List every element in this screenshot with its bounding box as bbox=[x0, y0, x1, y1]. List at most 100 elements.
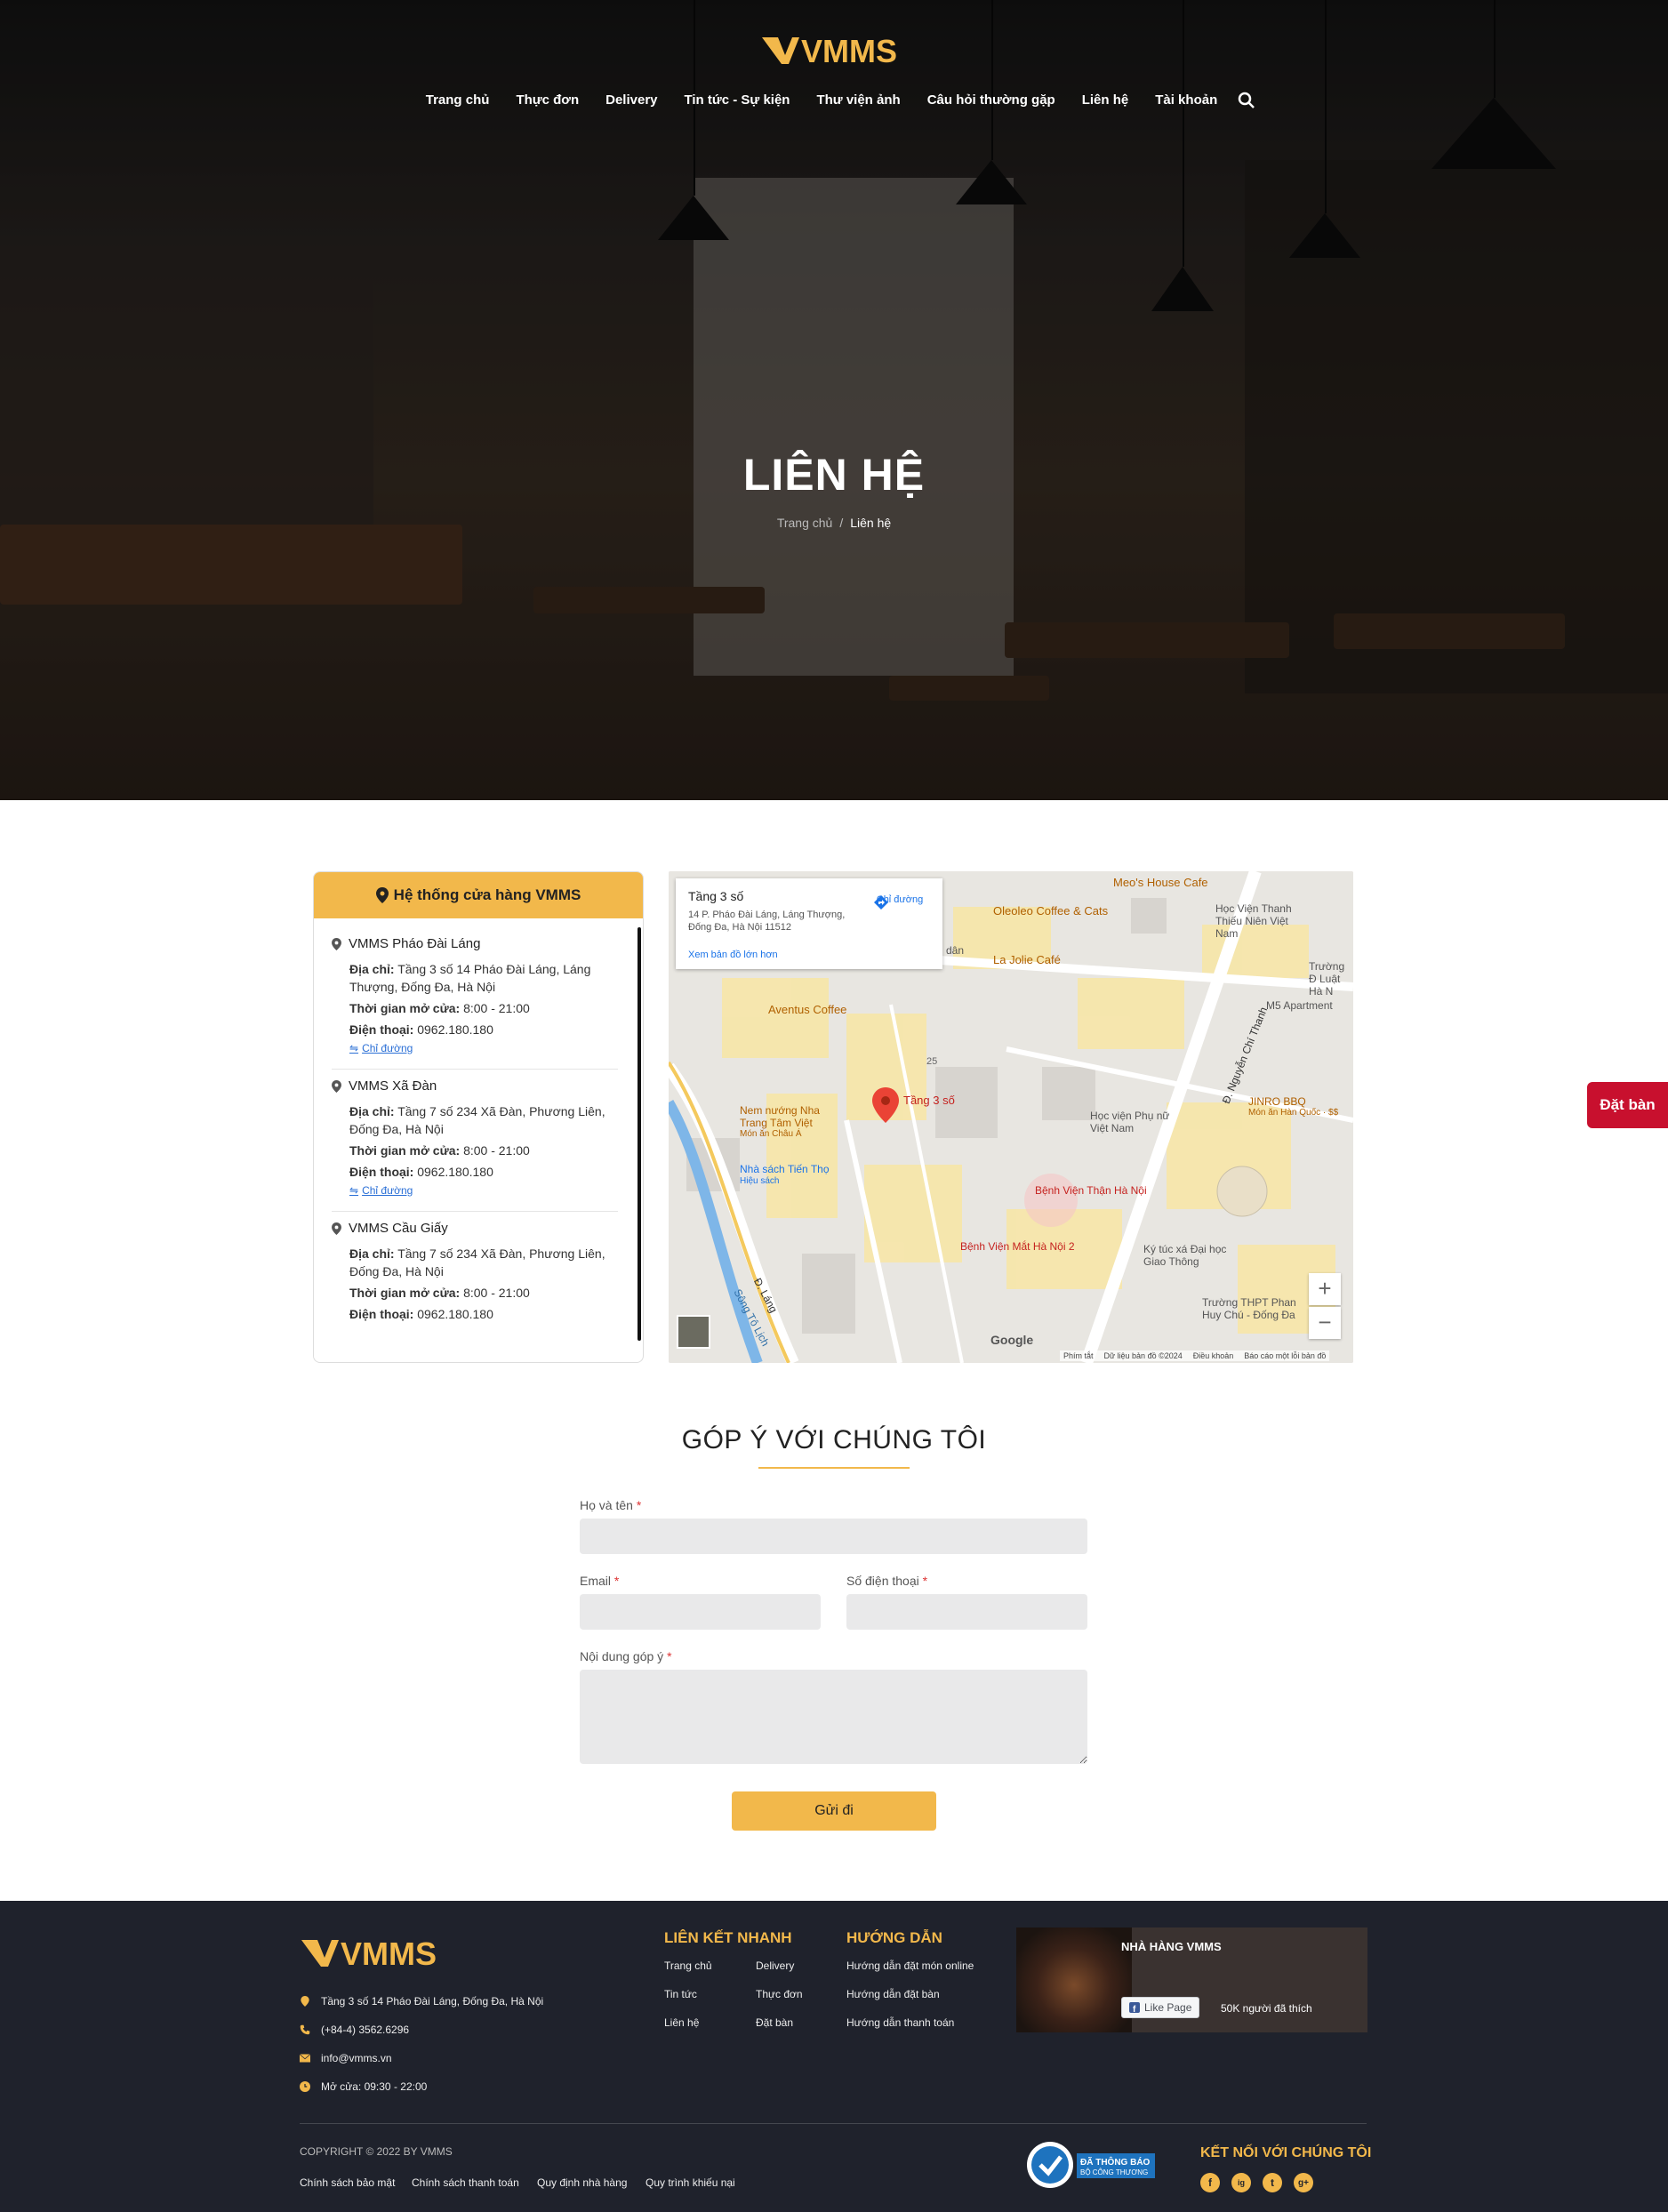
clock-icon bbox=[300, 2081, 310, 2092]
nav-item-home[interactable]: Trang chủ bbox=[413, 92, 503, 109]
map-marker-icon bbox=[301, 1996, 309, 2007]
map-footer-item: Dữ liệu bản đồ ©2024 bbox=[1103, 1351, 1183, 1360]
facebook-icon: f bbox=[1129, 2002, 1140, 2013]
map-footer-item[interactable]: Báo cáo một lỗi bản đồ bbox=[1244, 1351, 1326, 1360]
title-underline bbox=[758, 1467, 910, 1469]
directions-link[interactable]: ⇋ Chỉ đường bbox=[332, 1042, 618, 1054]
google-plus-icon[interactable]: g+ bbox=[1294, 2173, 1313, 2192]
map-place[interactable]: Trường Đ Luật Hà N bbox=[1309, 960, 1353, 998]
badge-line2: BỘ CÔNG THƯƠNG bbox=[1080, 2168, 1148, 2176]
footer-divider bbox=[300, 2123, 1367, 2124]
store-list-scrollbar[interactable] bbox=[638, 927, 641, 1341]
map-footer-item[interactable]: Phím tắt bbox=[1063, 1351, 1094, 1360]
google-map[interactable]: Tầng 3 số Meo's House Cafe Oleoleo Coffe… bbox=[669, 871, 1353, 1363]
map-card-address: 14 P. Pháo Đài Láng, Láng Thượng, Đống Đ… bbox=[688, 910, 846, 933]
nav-item-contact[interactable]: Liên hệ bbox=[1069, 92, 1143, 109]
map-place[interactable]: JINRO BBQ bbox=[1248, 1095, 1306, 1108]
map-place[interactable]: Oleoleo Coffee & Cats bbox=[993, 904, 1108, 918]
footer-phone[interactable]: (+84-4) 3562.6296 bbox=[300, 2024, 409, 2036]
nav-item-delivery[interactable]: Delivery bbox=[592, 92, 670, 109]
book-table-button[interactable]: Đặt bàn bbox=[1587, 1082, 1668, 1128]
nav-item-news[interactable]: Tin tức - Sự kiện bbox=[671, 92, 804, 109]
store-list-panel: Hệ thống cửa hàng VMMS VMMS Pháo Đài Lán… bbox=[313, 871, 644, 1363]
content-textarea[interactable] bbox=[580, 1670, 1087, 1764]
zoom-in-button[interactable]: + bbox=[1309, 1273, 1341, 1305]
footer-link[interactable]: Hướng dẫn đặt món online bbox=[846, 1960, 974, 1972]
map-footer-item[interactable]: Điều khoản bbox=[1193, 1351, 1234, 1360]
footer-link[interactable]: Tin tức bbox=[664, 1988, 697, 2000]
directions-icon: ⇋ bbox=[349, 1184, 359, 1197]
name-input[interactable] bbox=[580, 1519, 1087, 1554]
directions-label: Chỉ đường bbox=[362, 1184, 413, 1197]
map-place[interactable]: Aventus Coffee bbox=[768, 1003, 846, 1016]
facebook-icon[interactable]: f bbox=[1200, 2173, 1220, 2192]
map-directions-button[interactable]: Chỉ đường bbox=[873, 894, 926, 910]
footer-logo[interactable]: VMMS bbox=[300, 1929, 451, 1970]
map-place[interactable]: M5 Apartment bbox=[1266, 999, 1333, 1012]
footer-link[interactable]: Hướng dẫn thanh toán bbox=[846, 2016, 954, 2029]
page-title: LIÊN HỆ bbox=[742, 450, 926, 500]
map-place[interactable]: Học viện Phụ nữ Việt Nam bbox=[1090, 1110, 1170, 1134]
email-input[interactable] bbox=[580, 1594, 821, 1630]
fb-like-button[interactable]: f Like Page bbox=[1121, 1997, 1200, 2018]
guide-title: HƯỚNG DẪN bbox=[846, 1929, 942, 1946]
nav-item-faq[interactable]: Câu hỏi thường gặp bbox=[914, 92, 1069, 109]
footer-link[interactable]: Trang chủ bbox=[664, 1960, 712, 1972]
badge-line1: ĐÃ THÔNG BÁO bbox=[1080, 2156, 1151, 2168]
store-phone: 0962.180.180 bbox=[417, 1022, 493, 1037]
store-item[interactable]: VMMS Pháo Đài Láng Địa chỉ: Tầng 3 số 14… bbox=[332, 927, 618, 1070]
footer-link[interactable]: Hướng dẫn đặt bàn bbox=[846, 1988, 940, 2000]
map-place[interactable]: Bệnh Viện Mắt Hà Nội 2 bbox=[960, 1240, 1075, 1253]
policy-link[interactable]: Quy định nhà hàng bbox=[537, 2176, 627, 2189]
store-hours: 8:00 - 21:00 bbox=[463, 1286, 530, 1300]
footer-link[interactable]: Đặt bàn bbox=[756, 2016, 793, 2029]
search-icon[interactable] bbox=[1238, 92, 1255, 109]
main-nav: Trang chủ Thực đơn Delivery Tin tức - Sự… bbox=[0, 92, 1668, 109]
map-place-sub: Món ăn Châu Á bbox=[740, 1129, 802, 1139]
phone-input[interactable] bbox=[846, 1594, 1087, 1630]
map-place[interactable]: Nhà sách Tiến Thọ bbox=[740, 1163, 830, 1175]
directions-link[interactable]: ⇋ Chỉ đường bbox=[332, 1184, 618, 1197]
store-item[interactable]: VMMS Cầu Giấy Địa chỉ: Tầng 7 số 234 Xã … bbox=[332, 1212, 618, 1341]
map-place[interactable]: Ký túc xá Đại học Giao Thông bbox=[1143, 1243, 1232, 1268]
hours-label: Thời gian mở cửa: bbox=[349, 1143, 461, 1158]
twitter-icon[interactable]: t bbox=[1263, 2173, 1282, 2192]
footer-link[interactable]: Thực đơn bbox=[756, 1988, 803, 2000]
map-place[interactable]: Nem nướng Nha Trang Tâm Việt bbox=[740, 1104, 846, 1129]
map-place[interactable]: La Jolie Café bbox=[993, 953, 1061, 966]
map-place[interactable]: Bệnh Viện Thận Hà Nội bbox=[1035, 1184, 1147, 1197]
store-item[interactable]: VMMS Xã Đàn Địa chỉ: Tầng 7 số 234 Xã Đà… bbox=[332, 1070, 618, 1212]
name-label: Họ và tên * bbox=[580, 1498, 641, 1512]
nav-item-gallery[interactable]: Thư viện ảnh bbox=[803, 92, 913, 109]
store-list[interactable]: VMMS Pháo Đài Láng Địa chỉ: Tầng 3 số 14… bbox=[314, 927, 643, 1362]
policy-link[interactable]: Chính sách thanh toán bbox=[412, 2176, 519, 2189]
zoom-out-button[interactable]: − bbox=[1309, 1307, 1341, 1339]
fb-like-count: 50K người đã thích bbox=[1221, 2002, 1312, 2015]
footer-email[interactable]: info@vmms.vn bbox=[300, 2052, 392, 2064]
footer-email-text: info@vmms.vn bbox=[321, 2052, 392, 2064]
store-name: VMMS Cầu Giấy bbox=[349, 1221, 448, 1236]
policy-link[interactable]: Quy trình khiếu nại bbox=[646, 2176, 735, 2189]
footer-logo-text: VMMS bbox=[341, 1936, 437, 1970]
store-list-header: Hệ thống cửa hàng VMMS bbox=[314, 872, 643, 918]
fb-page-title[interactable]: NHÀ HÀNG VMMS bbox=[1121, 1940, 1222, 1953]
map-place[interactable]: Học Viện Thanh Thiếu Niên Việt Nam bbox=[1215, 902, 1313, 940]
map-place[interactable]: Meo's House Cafe bbox=[1113, 876, 1208, 889]
content-label-text: Nội dung góp ý bbox=[580, 1649, 664, 1663]
nav-item-account[interactable]: Tài khoản bbox=[1142, 92, 1231, 109]
footer-link[interactable]: Delivery bbox=[756, 1960, 794, 1972]
required-mark: * bbox=[636, 1498, 642, 1512]
breadcrumb-home[interactable]: Trang chủ bbox=[777, 516, 833, 530]
copyright: COPYRIGHT © 2022 BY VMMS bbox=[300, 2145, 453, 2158]
facebook-page-widget[interactable]: NHÀ HÀNG VMMS f Like Page 50K người đã th… bbox=[1016, 1927, 1367, 2032]
map-label: 25 bbox=[926, 1056, 938, 1067]
instagram-icon[interactable]: ig bbox=[1231, 2173, 1251, 2192]
vmms-logo[interactable]: VMMS bbox=[760, 25, 911, 69]
map-place[interactable]: Trường THPT Phan Huy Chú - Đống Đa bbox=[1202, 1296, 1318, 1321]
nav-item-menu[interactable]: Thực đơn bbox=[502, 92, 592, 109]
policy-link[interactable]: Chính sách bảo mật bbox=[300, 2176, 395, 2189]
ministry-registered-badge[interactable]: ĐÃ THÔNG BÁO BỘ CÔNG THƯƠNG bbox=[1025, 2141, 1157, 2189]
submit-button[interactable]: Gửi đi bbox=[732, 1791, 936, 1831]
footer-link[interactable]: Liên hệ bbox=[664, 2016, 699, 2029]
view-larger-map-link[interactable]: Xem bản đồ lớn hơn bbox=[688, 950, 778, 960]
